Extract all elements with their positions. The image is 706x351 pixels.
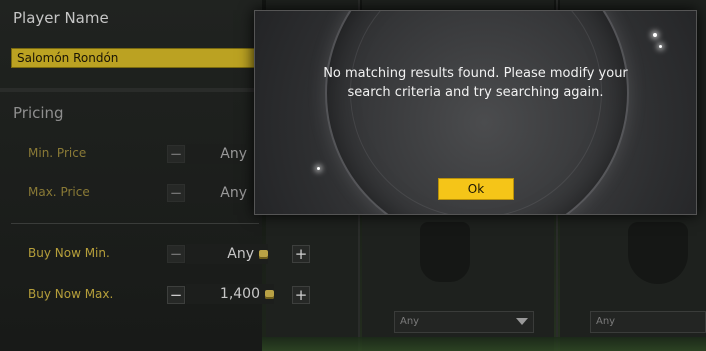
sparkle-icon: [659, 45, 662, 48]
dialog-message-line-2: search criteria and try searching again.: [347, 85, 604, 100]
chevron-down-icon: [516, 318, 528, 325]
buy-now-max-minus-icon[interactable]: −: [167, 286, 185, 304]
section-separator: [0, 88, 262, 92]
buy-now-min-value-box[interactable]: Any: [186, 244, 268, 264]
sparkle-icon: [653, 33, 657, 37]
buy-now-max-value-box[interactable]: 1,400: [186, 284, 274, 304]
buy-now-min-plus-icon[interactable]: +: [292, 245, 310, 263]
pricing-divider: [11, 223, 259, 224]
coin-icon: [259, 250, 268, 259]
kit-silhouette: [420, 222, 470, 282]
coin-icon: [265, 290, 274, 299]
buy-now-max-plus-icon[interactable]: +: [292, 286, 310, 304]
dropdown-select-1[interactable]: Any: [394, 311, 534, 333]
sparkle-icon: [317, 167, 320, 170]
player-name-heading: Player Name: [13, 9, 109, 27]
max-price-value[interactable]: Any: [186, 183, 247, 203]
min-price-value[interactable]: Any: [186, 144, 247, 164]
max-price-label: Max. Price: [28, 185, 90, 199]
min-price-minus-icon[interactable]: −: [167, 145, 185, 163]
dialog-message-line-1: No matching results found. Please modify…: [323, 66, 628, 81]
dropdown-select-2[interactable]: Any: [590, 311, 706, 333]
pricing-heading: Pricing: [13, 104, 64, 122]
search-filter-panel: Player Name Salomón Rondón Pricing Min. …: [0, 0, 310, 351]
buy-now-min-value: Any: [227, 246, 254, 262]
buy-now-max-value: 1,400: [219, 286, 260, 302]
dropdown-value: Any: [400, 316, 420, 327]
dialog-message: No matching results found. Please modify…: [255, 64, 696, 102]
no-results-dialog: No matching results found. Please modify…: [254, 10, 697, 215]
buy-now-min-label: Buy Now Min.: [28, 246, 110, 260]
max-price-minus-icon[interactable]: −: [167, 184, 185, 202]
badge-silhouette: [628, 222, 688, 284]
min-price-label: Min. Price: [28, 146, 87, 160]
player-name-field[interactable]: Salomón Rondón: [11, 48, 261, 68]
buy-now-max-label: Buy Now Max.: [28, 287, 114, 301]
ok-button[interactable]: Ok: [438, 178, 514, 200]
buy-now-min-minus-icon[interactable]: −: [167, 245, 185, 263]
dropdown-value: Any: [596, 316, 616, 327]
